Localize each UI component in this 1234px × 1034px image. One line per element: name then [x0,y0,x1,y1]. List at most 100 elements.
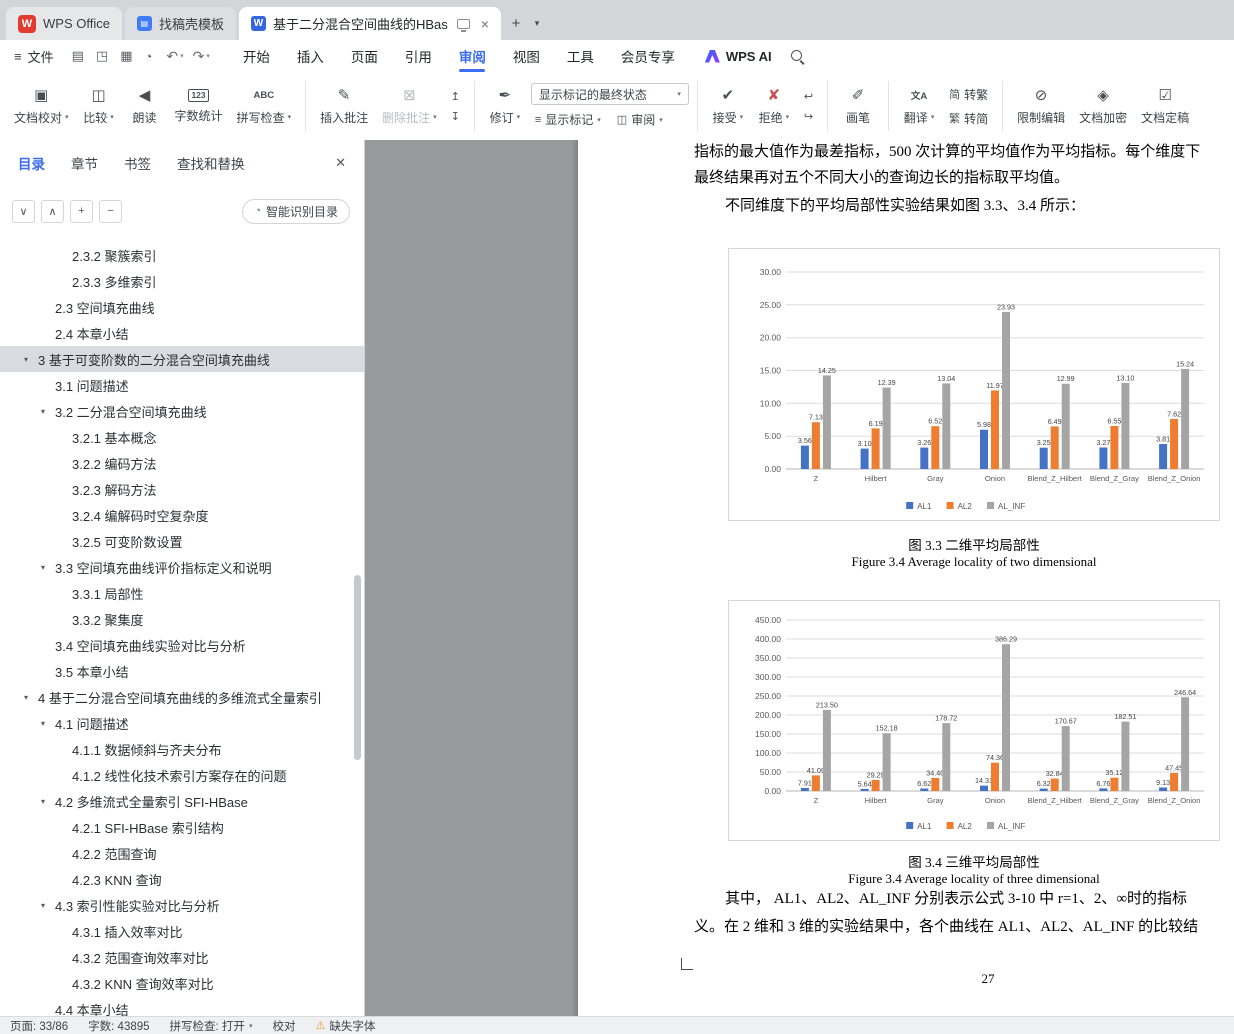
read-aloud-button[interactable]: ◀ 朗读 [123,82,167,131]
to-traditional-button[interactable]: 简转繁 [945,85,992,104]
missing-font-warning[interactable]: ⚠ 缺失字体 [315,1018,375,1034]
compare-button[interactable]: ◫ 比较 ▾ [77,82,121,131]
chevron-expanded-icon[interactable]: ▾ [39,797,55,806]
toc-item[interactable]: 3.3.2 聚集度 [0,606,364,632]
toc-item[interactable]: 2.3.2 聚簇索引 [0,242,364,268]
wps-ai-button[interactable]: WPS AI [704,49,772,64]
menu-tab-8[interactable]: 会员专享 [621,40,675,72]
toc-item[interactable]: 2.4 本章小结 [0,320,364,346]
tab-template-doc[interactable]: ▤ 找稿壳模板 [124,7,236,40]
undo-icon[interactable]: ↶ [166,48,178,65]
ink-button[interactable]: ✐ 画笔 [836,82,880,131]
toc-item[interactable]: 3.5 本章小结 [0,658,364,684]
toc-item[interactable]: ▾ 3.3 空间填充曲线评价指标定义和说明 [0,554,364,580]
previous-change-button[interactable]: ↩ [800,89,817,104]
close-sidebar-icon[interactable]: ✕ [335,155,346,171]
chevron-expanded-icon[interactable]: ▾ [22,355,38,364]
toc-item[interactable]: 4.3.1 插入效率对比 [0,918,364,944]
to-simplified-button[interactable]: 繁转简 [945,109,992,128]
export-pdf-icon[interactable]: ◳ [96,48,108,64]
document-viewport[interactable]: 指标的最大值作为最差指标，500 次计算的平均值作为平均指标。每个维度下 最终结… [365,140,1234,1016]
insert-comment-button[interactable]: ✎ 插入批注 [314,82,374,131]
toc-item[interactable]: ▾ 4 基于二分混合空间填充曲线的多维流式全量索引 [0,684,364,710]
toc-item[interactable]: 2.3 空间填充曲线 [0,294,364,320]
smart-toc-button[interactable]: ◔ 智能识别目录 [242,198,350,224]
menu-tab-7[interactable]: 工具 [567,40,594,72]
toc-item[interactable]: 3.1 问题描述 [0,372,364,398]
reject-button[interactable]: ✘ 拒绝 ▾ [752,82,796,131]
finalize-button[interactable]: ☑ 文档定稿 [1135,82,1195,131]
collapse-all-button[interactable]: ∨ [12,199,35,223]
previous-comment-button[interactable]: ↥ [447,89,464,104]
new-tab-button[interactable]: + [504,10,528,36]
next-change-button[interactable]: ↪ [800,109,817,124]
close-tab-icon[interactable]: × [481,16,489,32]
chevron-expanded-icon[interactable]: ▾ [39,901,55,910]
toc-item[interactable]: 3.2.5 可变阶数设置 [0,528,364,554]
toc-item[interactable]: 4.2.1 SFI-HBase 索引结构 [0,814,364,840]
chevron-expanded-icon[interactable]: ▾ [39,719,55,728]
toc-item[interactable]: ▾ 4.1 问题描述 [0,710,364,736]
redo-icon[interactable]: ↷ [193,48,205,65]
expand-all-button[interactable]: ∧ [41,199,64,223]
accept-button[interactable]: ✔ 接受 ▾ [706,82,750,131]
chevron-expanded-icon[interactable]: ▾ [39,407,55,416]
restrict-editing-button[interactable]: ⊘ 限制编辑 [1011,82,1071,131]
menu-tab-5[interactable]: 审阅 [459,40,486,72]
sidebar-tab-2[interactable]: 章节 [71,153,98,173]
translate-button[interactable]: 文A 翻译 ▾ [897,82,941,131]
toc-item[interactable]: ▾ 4.3 索引性能实验对比与分析 [0,892,364,918]
toc-item[interactable]: 3.2.4 编解码时空复杂度 [0,502,364,528]
toc-item[interactable]: 2.3.3 多维索引 [0,268,364,294]
menu-tab-2[interactable]: 插入 [297,40,324,72]
spell-check-status[interactable]: 拼写检查: 打开 ▾ [170,1018,253,1034]
menu-tab-4[interactable]: 引用 [405,40,432,72]
save-icon[interactable]: ▤ [72,48,84,64]
track-changes-button[interactable]: ✒ 修订 ▾ [483,82,527,131]
toc-item[interactable]: ▾ 3.2 二分混合空间填充曲线 [0,398,364,424]
sidebar-scrollbar[interactable] [354,575,361,760]
word-count-button[interactable]: 123 字数统计 [169,84,229,129]
menu-tab-1[interactable]: 开始 [243,40,270,72]
show-marks-button[interactable]: ≡ 显示标记 ▾ [531,110,605,129]
toc-item[interactable]: 3.4 空间填充曲线实验对比与分析 [0,632,364,658]
tab-current-document[interactable]: W 基于二分混合空间曲线的HBas × [238,7,501,40]
toc-item[interactable]: 4.3.2 KNN 查询效率对比 [0,970,364,996]
toc-item[interactable]: 3.2.3 解码方法 [0,476,364,502]
menu-tab-3[interactable]: 页面 [351,40,378,72]
decrease-level-button[interactable]: − [99,199,122,223]
sidebar-tab-4[interactable]: 查找和替换 [177,153,245,173]
spell-check-button[interactable]: ABC 拼写检查 ▾ [231,82,298,131]
toc-item[interactable]: 4.2.2 范围查询 [0,840,364,866]
toc-item[interactable]: 4.1.2 线性化技术索引方案存在的问题 [0,762,364,788]
menu-tab-6[interactable]: 视图 [513,40,540,72]
page-indicator[interactable]: 页面: 33/86 [10,1018,68,1034]
search-icon[interactable] [790,49,805,64]
print-icon[interactable]: ▦ [120,48,132,64]
undo-caret-icon[interactable]: ▾ [180,52,184,60]
toc-item[interactable]: 4.2.3 KNN 查询 [0,866,364,892]
chevron-expanded-icon[interactable]: ▾ [39,563,55,572]
redo-caret-icon[interactable]: ▾ [206,52,210,60]
toc-item[interactable]: ▾ 4.2 多维流式全量索引 SFI-HBase [0,788,364,814]
sidebar-tab-1[interactable]: 目录 [18,153,45,173]
toc-item[interactable]: 4.1.1 数据倾斜与齐夫分布 [0,736,364,762]
toc-item[interactable]: 4.3.2 范围查询效率对比 [0,944,364,970]
tab-wps-office[interactable]: W WPS Office [6,7,122,40]
chevron-expanded-icon[interactable]: ▾ [22,693,38,702]
sidebar-tab-3[interactable]: 书签 [124,153,151,173]
proofread-button[interactable]: ▣ 文档校对 ▾ [8,82,75,131]
toc-item[interactable]: 3.2.1 基本概念 [0,424,364,450]
review-pane-button[interactable]: ◫ 审阅 ▾ [613,110,667,129]
encrypt-button[interactable]: ◈ 文档加密 [1073,82,1133,131]
show-markup-state-combo[interactable]: 显示标记的最终状态 ▾ [530,83,689,105]
toc-item[interactable]: 3.3.1 局部性 [0,580,364,606]
word-count-indicator[interactable]: 字数: 43895 [88,1018,149,1034]
delete-comment-button[interactable]: ⊠ 删除批注 ▾ [376,82,443,131]
toc-item[interactable]: 4.4 本章小结 [0,996,364,1017]
print-preview-icon[interactable]: ◔ [145,49,153,64]
tab-list-button[interactable]: ▾ [528,10,546,36]
proofread-status[interactable]: 校对 [272,1018,295,1034]
next-comment-button[interactable]: ↧ [447,109,464,124]
toc-item[interactable]: 3.2.2 编码方法 [0,450,364,476]
